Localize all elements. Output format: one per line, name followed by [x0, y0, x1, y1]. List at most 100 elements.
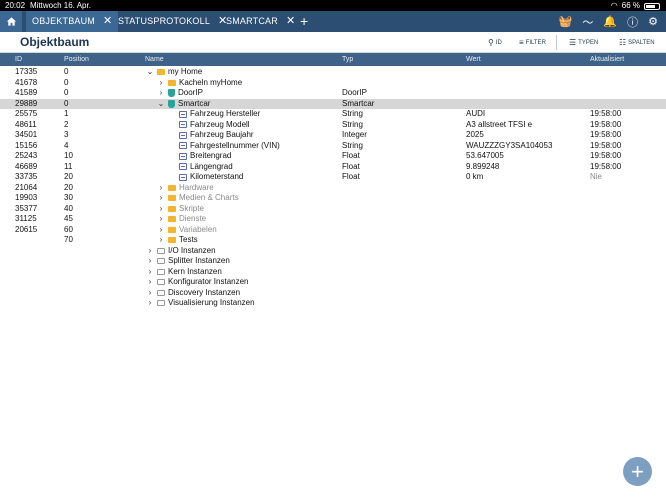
chevron-right-icon[interactable]: › — [146, 277, 154, 288]
page-header: Objektbaum ⚲ ID ≡ FILTER ☰ TYPEN ☷ SPALT… — [0, 32, 666, 53]
folder-icon — [157, 289, 165, 296]
cell-id: 35377 — [15, 203, 38, 213]
chevron-right-icon[interactable]: › — [157, 204, 165, 215]
col-name[interactable]: Name — [145, 53, 164, 66]
table-row[interactable]: 25243 10 Breitengrad Float 53.647005 19:58:00 — [0, 151, 666, 162]
cell-id: 33735 — [15, 172, 38, 181]
info-icon[interactable]: ⓘ — [627, 14, 638, 30]
table-row[interactable]: 41678 0 › Kacheln myHome — [0, 78, 666, 89]
table-row[interactable]: › Konfigurator Instanzen — [0, 277, 666, 288]
chevron-down-icon[interactable]: ⌄ — [146, 67, 154, 78]
table-row[interactable]: 41589 0 › DoorIP DoorIP — [0, 88, 666, 99]
cell-typ: Integer — [342, 130, 367, 139]
table-row[interactable]: 21064 20 › Hardware — [0, 183, 666, 194]
close-icon[interactable]: ✕ — [286, 11, 295, 32]
chevron-right-icon[interactable]: › — [146, 246, 154, 257]
table-row[interactable]: › Discovery Instanzen — [0, 288, 666, 299]
cell-name: Breitengrad — [168, 151, 231, 162]
instance-icon — [168, 99, 175, 108]
cell-aktualisiert: 19:58:00 — [590, 161, 622, 171]
chevron-right-icon[interactable]: › — [146, 298, 154, 309]
table-row[interactable]: 20615 60 › Variabelen — [0, 225, 666, 236]
typen-button[interactable]: ☰ TYPEN — [569, 38, 598, 47]
status-date: Mittwoch 16. Apr. — [30, 1, 91, 10]
variable-icon — [179, 131, 187, 139]
table-row[interactable]: 17335 0 ⌄ my Home — [0, 67, 666, 78]
cell-name: › Konfigurator Instanzen — [146, 277, 249, 288]
table-row[interactable]: › Kern Instanzen — [0, 267, 666, 278]
add-tab-button[interactable]: + — [296, 11, 312, 32]
table-row[interactable]: 15156 4 Fahrgestellnummer (VIN) String WAUZZ… — [0, 141, 666, 152]
spalten-button[interactable]: ☷ SPALTEN — [619, 38, 655, 47]
table-row[interactable]: 35377 40 › Skripte — [0, 204, 666, 215]
table-row[interactable]: 33735 20 Kilometerstand Float 0 km Nie — [0, 172, 666, 183]
table-row[interactable]: 19903 30 › Medien & Charts — [0, 193, 666, 204]
chevron-right-icon[interactable]: › — [146, 256, 154, 267]
table-row[interactable]: 29889 0 ⌄ Smartcar Smartcar — [0, 98, 666, 110]
row-label: Variabelen — [179, 224, 217, 234]
list-icon: ☰ — [569, 38, 577, 47]
cell-position: 4 — [64, 140, 69, 150]
table-row[interactable]: › Splitter Instanzen — [0, 256, 666, 267]
chevron-right-icon[interactable]: › — [157, 88, 165, 99]
chevron-right-icon[interactable]: › — [157, 214, 165, 225]
settings-icon[interactable]: ⚙ — [648, 15, 658, 28]
table-row[interactable]: 25575 1 Fahrzeug Hersteller String AUDI 19:58… — [0, 109, 666, 120]
cell-name: ⌄ my Home — [146, 67, 203, 78]
cell-typ: Float — [342, 172, 360, 181]
bell-icon[interactable]: 🔔 — [603, 15, 617, 28]
tab-smartcar[interactable]: SMARTCAR ✕ — [220, 11, 301, 32]
table-row[interactable]: › Visualisierung Instanzen — [0, 298, 666, 309]
search-id-button[interactable]: ⚲ ID — [488, 38, 502, 47]
folder-icon — [157, 258, 165, 265]
cell-typ: DoorIP — [342, 88, 367, 97]
tab-label: SMARTCAR — [226, 16, 278, 26]
cell-position: 45 — [64, 214, 73, 223]
variable-icon — [179, 110, 187, 118]
cell-wert: WAUZZZGY3SA104053 — [466, 140, 553, 150]
col-aktualisiert[interactable]: Aktualisiert — [590, 53, 624, 66]
col-wert[interactable]: Wert — [466, 53, 481, 66]
cell-typ: Smartcar — [342, 98, 375, 108]
col-typ[interactable]: Typ — [342, 53, 353, 66]
table-row[interactable]: 34501 3 Fahrzeug Baujahr Integer 2025 19:58:0… — [0, 130, 666, 141]
folder-icon — [157, 247, 165, 254]
table-row[interactable]: › I/O Instanzen — [0, 246, 666, 257]
row-label: Fahrzeug Modell — [190, 119, 250, 129]
folder-icon — [157, 268, 165, 275]
chevron-right-icon[interactable]: › — [157, 183, 165, 194]
chevron-right-icon[interactable]: › — [157, 78, 165, 89]
cell-id: 46689 — [15, 161, 38, 171]
home-icon — [6, 17, 16, 26]
folder-icon — [168, 226, 176, 233]
chevron-right-icon[interactable]: › — [146, 288, 154, 299]
cell-typ: Float — [342, 151, 360, 160]
table-row[interactable]: 48611 2 Fahrzeug Modell String A3 allstreet … — [0, 120, 666, 131]
chart-icon[interactable]: 〜 — [582, 14, 593, 30]
chevron-right-icon[interactable]: › — [157, 193, 165, 204]
chevron-right-icon[interactable]: › — [157, 235, 165, 246]
chevron-right-icon[interactable]: › — [146, 267, 154, 278]
status-bar: 20:02 Mittwoch 16. Apr. ◠ 66 % — [0, 0, 666, 11]
row-label: Fahrzeug Hersteller — [190, 109, 261, 118]
tab-statusprotokoll[interactable]: STATUSPROTOKOLL ✕ — [112, 11, 233, 32]
add-object-button[interactable]: + — [623, 457, 652, 486]
folder-icon — [168, 237, 176, 244]
col-position[interactable]: Position — [64, 53, 89, 66]
chevron-right-icon[interactable]: › — [157, 225, 165, 236]
col-id[interactable]: ID — [15, 53, 22, 66]
table-row[interactable]: 46689 11 Längengrad Float 9.899248 19:58:00 — [0, 162, 666, 173]
table-row[interactable]: 31125 45 › Dienste — [0, 214, 666, 225]
filter-button[interactable]: ≡ FILTER — [519, 38, 546, 47]
chevron-down-icon[interactable]: ⌄ — [157, 99, 165, 110]
cell-typ: String — [342, 140, 363, 150]
basket-icon[interactable]: 🧺 — [559, 15, 573, 28]
cell-aktualisiert: Nie — [590, 172, 603, 181]
tab-objektbaum[interactable]: OBJEKTBAUM ✕ — [26, 11, 119, 32]
cell-wert: 53.647005 — [466, 151, 504, 160]
home-tab[interactable] — [0, 11, 22, 32]
plus-icon: + — [631, 459, 644, 484]
cell-position: 2 — [64, 119, 69, 129]
table-row[interactable]: 70 › Tests — [0, 235, 666, 246]
cell-name: › Dienste — [157, 214, 206, 225]
